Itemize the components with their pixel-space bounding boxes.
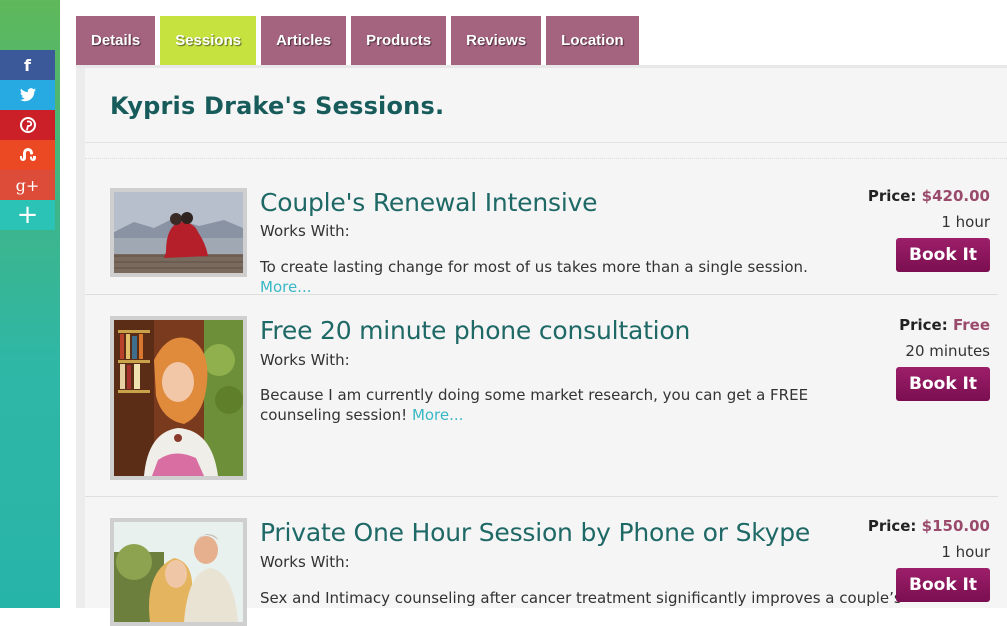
session-title[interactable]: Couple's Renewal Intensive	[260, 188, 598, 217]
session-description-text: To create lasting change for most of us …	[260, 258, 808, 276]
book-it-button[interactable]: Book It	[896, 568, 990, 602]
price: Price: $150.00	[868, 517, 990, 535]
works-with-label: Works With:	[260, 222, 350, 240]
session-duration: 20 minutes	[905, 342, 990, 360]
more-link[interactable]: More...	[412, 406, 464, 424]
twitter-icon	[19, 88, 36, 102]
couple-embrace-image	[114, 522, 243, 622]
session-description: Sex and Intimacy counseling after cancer…	[260, 588, 902, 608]
session-thumbnail[interactable]	[110, 188, 247, 277]
social-share-bar: f g+ +	[0, 50, 55, 230]
tab-products[interactable]: Products	[351, 16, 447, 65]
facebook-icon: f	[24, 55, 31, 75]
session-item: Free 20 minute phone consultation Works …	[85, 316, 998, 496]
pinterest-icon	[19, 117, 36, 133]
tab-articles[interactable]: Articles	[261, 16, 347, 65]
session-title[interactable]: Private One Hour Session by Phone or Sky…	[260, 518, 810, 547]
tab-details[interactable]: Details	[76, 16, 156, 65]
session-description-text: Sex and Intimacy counseling after cancer…	[260, 589, 902, 607]
session-thumbnail[interactable]	[110, 518, 247, 626]
price: Price: Free	[899, 316, 990, 334]
price-value: $150.00	[921, 517, 990, 535]
divider	[85, 142, 1007, 143]
stumbleupon-icon	[19, 148, 36, 161]
profile-tabs: Details Sessions Articles Products Revie…	[76, 16, 639, 65]
tab-reviews[interactable]: Reviews	[451, 16, 542, 65]
session-description: To create lasting change for most of us …	[260, 257, 860, 297]
session-duration: 1 hour	[941, 213, 990, 231]
price-value: $420.00	[921, 187, 990, 205]
stumbleupon-share-button[interactable]	[0, 140, 55, 170]
price-value: Free	[952, 316, 990, 334]
session-description-text: Because I am currently doing some market…	[260, 386, 809, 424]
works-with-label: Works With:	[260, 351, 350, 369]
twitter-share-button[interactable]	[0, 80, 55, 110]
divider	[85, 294, 998, 295]
session-item: Couple's Renewal Intensive Works With: T…	[85, 187, 998, 297]
book-it-button[interactable]: Book It	[896, 238, 990, 272]
couple-on-dock-image	[114, 192, 243, 273]
add-share-icon: +	[16, 200, 39, 230]
session-title[interactable]: Free 20 minute phone consultation	[260, 316, 690, 345]
session-duration: 1 hour	[941, 543, 990, 561]
page-title: Kypris Drake's Sessions.	[110, 92, 445, 120]
price-label: Price:	[867, 517, 917, 535]
divider	[85, 496, 998, 497]
counselor-portrait-image	[114, 320, 243, 476]
tab-sessions[interactable]: Sessions	[160, 16, 257, 65]
price-label: Price:	[899, 316, 948, 334]
session-thumbnail[interactable]	[110, 316, 247, 480]
works-with-label: Works With:	[260, 553, 350, 571]
add-share-button[interactable]: +	[0, 200, 55, 230]
pinterest-share-button[interactable]	[0, 110, 55, 140]
session-description: Because I am currently doing some market…	[260, 385, 850, 425]
price: Price: $420.00	[868, 187, 990, 205]
session-item: Private One Hour Session by Phone or Sky…	[85, 517, 998, 626]
price-label: Price:	[867, 187, 917, 205]
tab-location[interactable]: Location	[546, 16, 639, 65]
google-plus-icon: g+	[15, 175, 40, 195]
divider	[85, 158, 1007, 159]
google-plus-share-button[interactable]: g+	[0, 170, 55, 200]
facebook-share-button[interactable]: f	[0, 50, 55, 80]
book-it-button[interactable]: Book It	[896, 367, 990, 401]
